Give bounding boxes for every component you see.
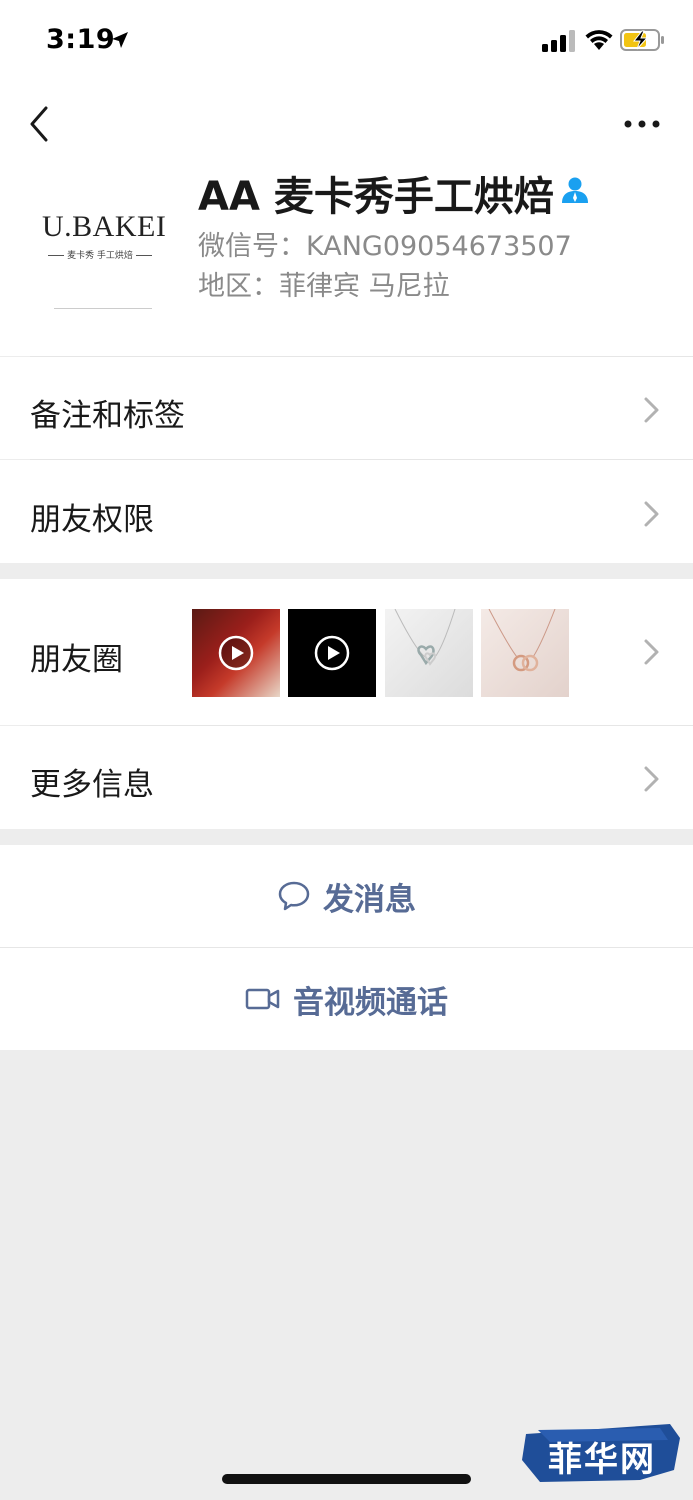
- location-arrow-icon: [112, 32, 128, 48]
- row-more-info[interactable]: 更多信息: [0, 726, 693, 829]
- home-indicator[interactable]: [222, 1474, 471, 1484]
- row-label: 备注和标签: [30, 398, 185, 434]
- row-remarks-tags[interactable]: 备注和标签: [0, 357, 693, 459]
- play-circle-icon: [218, 635, 254, 671]
- moments-thumbnail-necklace-rose: [481, 609, 569, 697]
- moments-thumbnail-video: [192, 609, 280, 697]
- profile-name: AA 麦卡秀手工烘焙: [198, 174, 554, 220]
- moments-thumbnails: [192, 609, 572, 697]
- necklace-image-icon: [488, 609, 556, 672]
- watermark-text: 菲华网: [548, 1440, 656, 1480]
- row-moments[interactable]: 朋友圈: [0, 579, 693, 725]
- row-label: 更多信息: [30, 767, 154, 803]
- chevron-left-icon: [30, 106, 48, 142]
- cellular-signal-icon: [542, 30, 575, 52]
- chat-bubble-icon: [278, 881, 310, 911]
- chevron-right-icon: [644, 397, 659, 423]
- video-call-button[interactable]: 音视频通话: [0, 948, 693, 1050]
- moments-thumbnail-video: [288, 609, 376, 697]
- moments-thumbnail-necklace-silver: [385, 609, 473, 697]
- row-label: 朋友圈: [30, 642, 123, 678]
- chevron-right-icon: [644, 766, 659, 792]
- more-options-button[interactable]: [614, 106, 670, 142]
- profile-header: U.BAKEI 麦卡秀 手工烘焙 AA 麦卡秀手工烘焙 微信号：KANG0905…: [0, 158, 693, 356]
- chevron-right-icon: [644, 639, 659, 665]
- video-call-label: 音视频通话: [293, 984, 448, 1021]
- contact-person-icon: [562, 177, 588, 203]
- avatar-subtitle: 麦卡秀 手工烘焙: [42, 248, 158, 261]
- region: 地区：菲律宾 马尼拉: [198, 271, 450, 302]
- chevron-right-icon: [644, 501, 659, 527]
- wifi-icon: [585, 30, 613, 50]
- status-time: 3:19: [46, 24, 116, 55]
- necklace-image-icon: [394, 609, 456, 666]
- send-message-label: 发消息: [323, 881, 416, 918]
- status-bar: 3:19: [0, 0, 693, 88]
- wechat-id: 微信号：KANG09054673507: [198, 231, 572, 262]
- video-camera-icon: [245, 988, 280, 1010]
- avatar-divider: [54, 308, 152, 309]
- nav-bar: [0, 88, 693, 158]
- battery-charging-icon: [620, 29, 664, 51]
- row-friend-permissions[interactable]: 朋友权限: [0, 460, 693, 563]
- play-circle-icon: [314, 635, 350, 671]
- watermark-logo: 菲华网: [520, 1420, 684, 1486]
- send-message-button[interactable]: 发消息: [0, 845, 693, 947]
- row-label: 朋友权限: [30, 502, 154, 538]
- more-dots-icon: [624, 120, 660, 128]
- back-button[interactable]: [22, 102, 62, 146]
- avatar[interactable]: U.BAKEI 麦卡秀 手工烘焙: [36, 176, 167, 309]
- avatar-brand-text: U.BAKEI: [42, 210, 167, 243]
